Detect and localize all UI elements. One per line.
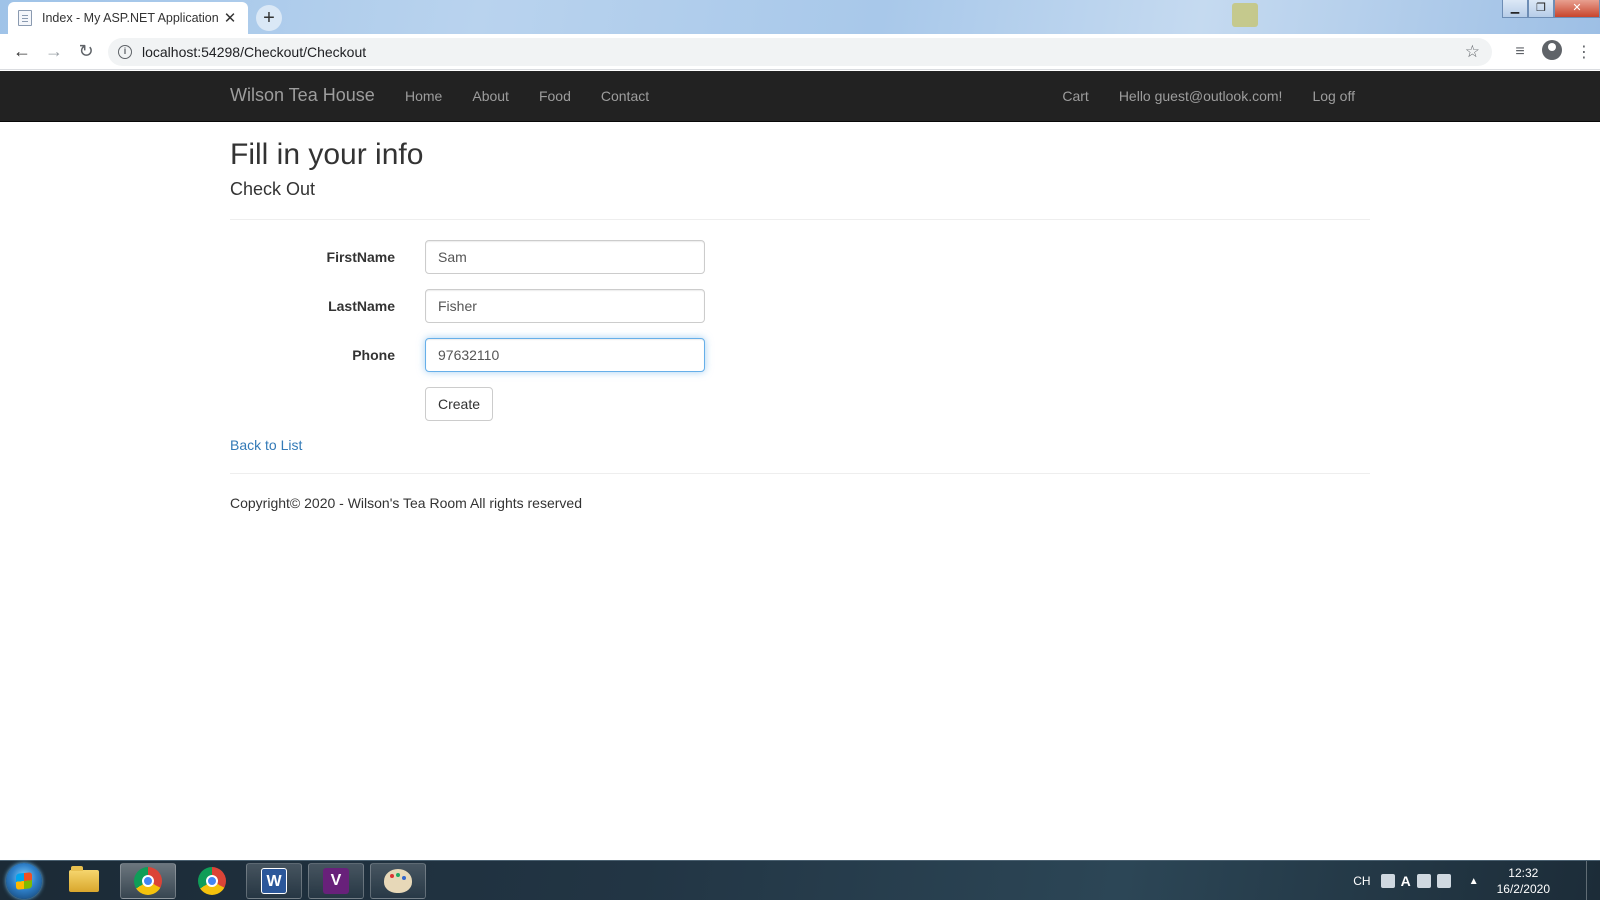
new-tab-button[interactable]: + — [256, 5, 282, 31]
network-icon[interactable] — [1436, 874, 1451, 888]
close-window-button[interactable]: ✕ — [1554, 0, 1600, 18]
taskbar-paint[interactable] — [370, 863, 426, 899]
media-control-icon[interactable]: ≡ — [1504, 43, 1536, 61]
form-row-firstname: FirstName — [230, 240, 1370, 274]
checkout-form: FirstName LastName Phone Create — [230, 240, 1370, 421]
nav-food[interactable]: Food — [524, 71, 586, 121]
browser-right-tools: ≡ ⋮ — [1504, 36, 1600, 68]
footer-copyright: Copyright© 2020 - Wilson's Tea Room All … — [230, 495, 582, 511]
maximize-button[interactable]: ❐ — [1528, 0, 1554, 18]
nav-log-off[interactable]: Log off — [1297, 71, 1370, 121]
browser-toolbar: ← → ↻ i localhost:54298/Checkout/Checkou… — [0, 34, 1600, 70]
language-indicator[interactable]: CH — [1353, 874, 1370, 888]
taskbar-chrome-canary[interactable] — [184, 863, 240, 899]
nav-about[interactable]: About — [457, 71, 524, 121]
folder-icon — [69, 866, 99, 892]
notes-icon[interactable] — [1416, 874, 1431, 888]
nav-cart[interactable]: Cart — [1047, 71, 1103, 121]
taskbar-chrome[interactable] — [120, 863, 176, 899]
tray-expand-icon[interactable]: ▲ — [1469, 876, 1479, 887]
browser-tab-strip: Index - My ASP.NET Application ✕ + ▁ ❐ ✕ — [0, 0, 1600, 34]
forward-arrow-icon[interactable]: → — [38, 36, 70, 68]
nav-user-greeting[interactable]: Hello guest@outlook.com! — [1104, 71, 1298, 121]
show-desktop-button[interactable] — [1586, 861, 1600, 900]
page-subtitle: Check Out — [230, 179, 316, 199]
form-row-lastname: LastName — [230, 289, 1370, 323]
tab-title: Index - My ASP.NET Application — [42, 11, 219, 25]
font-icon[interactable]: A — [1401, 873, 1411, 889]
browser-tab[interactable]: Index - My ASP.NET Application ✕ — [8, 2, 248, 34]
phone-label: Phone — [352, 347, 395, 363]
back-to-list-link[interactable]: Back to List — [230, 437, 1370, 453]
bookmark-star-icon[interactable]: ☆ — [1465, 42, 1480, 62]
taskbar-visual-studio[interactable]: V — [308, 863, 364, 899]
brand-link[interactable]: Wilson Tea House — [230, 85, 375, 106]
firstname-input[interactable] — [425, 240, 705, 274]
paint-icon — [384, 869, 412, 893]
nav-left: Home About Food Contact — [390, 71, 664, 121]
word-icon: W — [261, 868, 287, 894]
footer-divider — [230, 473, 1370, 474]
clock-time: 12:32 — [1508, 866, 1539, 880]
site-navbar: Wilson Tea House Home About Food Contact… — [0, 71, 1600, 122]
phone-input[interactable] — [425, 338, 705, 372]
start-button[interactable] — [6, 863, 42, 899]
nav-home[interactable]: Home — [390, 71, 457, 121]
form-row-phone: Phone — [230, 338, 1370, 372]
address-bar[interactable]: i localhost:54298/Checkout/Checkout ☆ — [108, 38, 1492, 66]
chrome-alt-icon — [198, 867, 226, 895]
nav-right: Cart Hello guest@outlook.com! Log off — [1047, 71, 1370, 121]
page-icon — [18, 10, 32, 26]
menu-kebab-icon[interactable]: ⋮ — [1568, 42, 1600, 62]
taskbar-explorer[interactable] — [56, 863, 112, 899]
extension-icon — [1232, 3, 1258, 27]
visual-studio-icon: V — [323, 868, 349, 894]
lastname-label: LastName — [328, 298, 395, 314]
close-tab-icon[interactable]: ✕ — [222, 9, 238, 27]
clock-date: 16/2/2020 — [1496, 882, 1550, 896]
url-text[interactable]: localhost:54298/Checkout/Checkout — [142, 44, 1465, 60]
minimize-button[interactable]: ▁ — [1502, 0, 1528, 18]
input-method-icon[interactable] — [1380, 874, 1395, 888]
info-icon[interactable]: i — [118, 45, 132, 59]
windows-taskbar: W V CH A ▲ 12:32 16/2/2020 — [0, 860, 1600, 900]
back-arrow-icon[interactable]: ← — [6, 36, 38, 68]
system-tray: CH A ▲ 12:32 16/2/2020 — [1353, 861, 1550, 900]
window-controls: ▁ ❐ ✕ — [1502, 0, 1600, 18]
lastname-input[interactable] — [425, 289, 705, 323]
form-actions: Create — [230, 387, 1370, 421]
nav-contact[interactable]: Contact — [586, 71, 664, 121]
chrome-icon — [134, 867, 162, 895]
divider — [230, 219, 1370, 220]
taskbar-word[interactable]: W — [246, 863, 302, 899]
page-title: Fill in your info — [230, 138, 424, 171]
profile-icon[interactable] — [1536, 39, 1568, 65]
create-button[interactable]: Create — [425, 387, 494, 421]
firstname-label: FirstName — [326, 249, 395, 265]
reload-icon[interactable]: ↻ — [70, 36, 102, 68]
clock[interactable]: 12:32 16/2/2020 — [1497, 865, 1550, 897]
main-container: Fill in your info Check Out FirstName La… — [230, 122, 1370, 511]
